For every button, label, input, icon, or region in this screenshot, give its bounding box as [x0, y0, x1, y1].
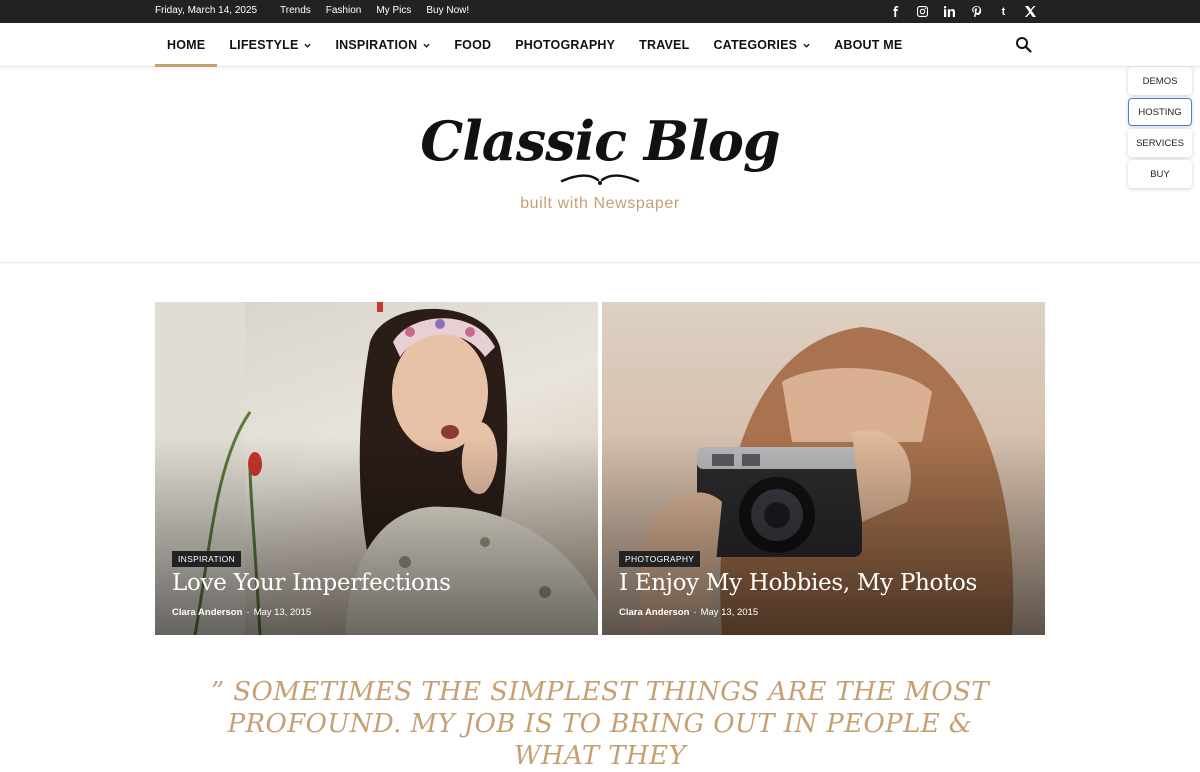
nav-item-home[interactable]: HOME [155, 23, 218, 67]
post-1-title[interactable]: Love Your Imperfections [172, 570, 451, 596]
post-1-overlay [155, 435, 598, 635]
nav-item-about-me[interactable]: ABOUT ME [822, 23, 914, 67]
post-2-category-badge[interactable]: PHOTOGRAPHY [619, 551, 701, 567]
nav-item-lifestyle[interactable]: LIFESTYLE [217, 23, 323, 67]
featured-post-2[interactable]: PHOTOGRAPHY I Enjoy My Hobbies, My Photo… [602, 302, 1045, 635]
chevron-down-icon [423, 43, 430, 48]
demos-button[interactable]: DEMOS [1128, 67, 1192, 95]
post-1-date: May 13, 2015 [253, 607, 312, 618]
nav-item-label: ABOUT ME [834, 38, 903, 52]
nav-item-food[interactable]: FOOD [442, 23, 503, 67]
tumblr-icon[interactable]: t [994, 3, 1013, 20]
post-2-date: May 13, 2015 [700, 607, 759, 618]
post-2-title[interactable]: I Enjoy My Hobbies, My Photos [619, 570, 977, 596]
nav-item-label: CATEGORIES [713, 38, 798, 52]
nav-item-label: PHOTOGRAPHY [515, 38, 616, 52]
nav-item-photography[interactable]: PHOTOGRAPHY [503, 23, 627, 67]
search-icon[interactable] [1015, 36, 1033, 54]
nav-item-label: TRAVEL [639, 38, 690, 52]
top-link-buy-now[interactable]: Buy Now! [426, 5, 469, 16]
main-nav: HOME LIFESTYLE INSPIRATION FOOD PHOTOGRAPHY T… [0, 23, 1200, 67]
nav-item-label: HOME [167, 38, 206, 52]
demo-float-buttons: DEMOS HOSTING SERVICES BUY [1128, 67, 1192, 188]
nav-item-label: LIFESTYLE [229, 38, 299, 52]
linkedin-icon[interactable] [940, 3, 959, 20]
chevron-down-icon [304, 43, 312, 48]
logo-tagline: built with Newspaper [520, 195, 680, 212]
logo-flourish-icon [560, 174, 640, 185]
chevron-down-icon [803, 43, 810, 48]
facebook-icon[interactable] [886, 3, 905, 20]
site-logo[interactable]: Classic Blog built with Newspaper [420, 105, 780, 225]
nav-menu: HOME LIFESTYLE INSPIRATION FOOD PHOTOGRAPHY T… [155, 23, 914, 67]
nav-item-inspiration[interactable]: INSPIRATION [323, 23, 442, 67]
post-1-author[interactable]: Clara Anderson [172, 607, 242, 618]
buy-button[interactable]: BUY [1128, 160, 1192, 188]
meta-separator: - [693, 607, 697, 618]
social-icons: t [886, 3, 1040, 20]
nav-item-label: INSPIRATION [335, 38, 418, 52]
x-icon[interactable] [1021, 3, 1040, 20]
top-bar: Friday, March 14, 2025 Trends Fashion My… [0, 0, 1200, 23]
top-link-fashion[interactable]: Fashion [326, 5, 362, 16]
header-divider [0, 262, 1200, 263]
instagram-icon[interactable] [913, 3, 932, 20]
post-1-meta: Clara Anderson - May 13, 2015 [172, 607, 311, 618]
top-links: Trends Fashion My Pics Buy Now! [280, 5, 469, 16]
post-2-author[interactable]: Clara Anderson [619, 607, 689, 618]
nav-item-categories[interactable]: CATEGORIES [701, 23, 822, 67]
featured-quote: ” SOMETIMES THE SIMPLEST THINGS ARE THE … [210, 677, 990, 771]
post-2-overlay [602, 435, 1045, 635]
services-button[interactable]: SERVICES [1128, 129, 1192, 157]
current-date: Friday, March 14, 2025 [155, 5, 258, 16]
top-link-trends[interactable]: Trends [280, 5, 311, 16]
nav-item-travel[interactable]: TRAVEL [627, 23, 701, 67]
top-link-my-pics[interactable]: My Pics [376, 5, 411, 16]
post-1-category-badge[interactable]: INSPIRATION [172, 551, 241, 567]
post-2-meta: Clara Anderson - May 13, 2015 [619, 607, 758, 618]
featured-post-1[interactable]: INSPIRATION Love Your Imperfections Clar… [155, 302, 598, 635]
nav-item-label: FOOD [454, 38, 492, 52]
hosting-button[interactable]: HOSTING [1128, 98, 1192, 126]
meta-separator: - [246, 607, 250, 618]
pinterest-icon[interactable] [967, 3, 986, 20]
logo-brand: Classic Blog [420, 109, 780, 173]
